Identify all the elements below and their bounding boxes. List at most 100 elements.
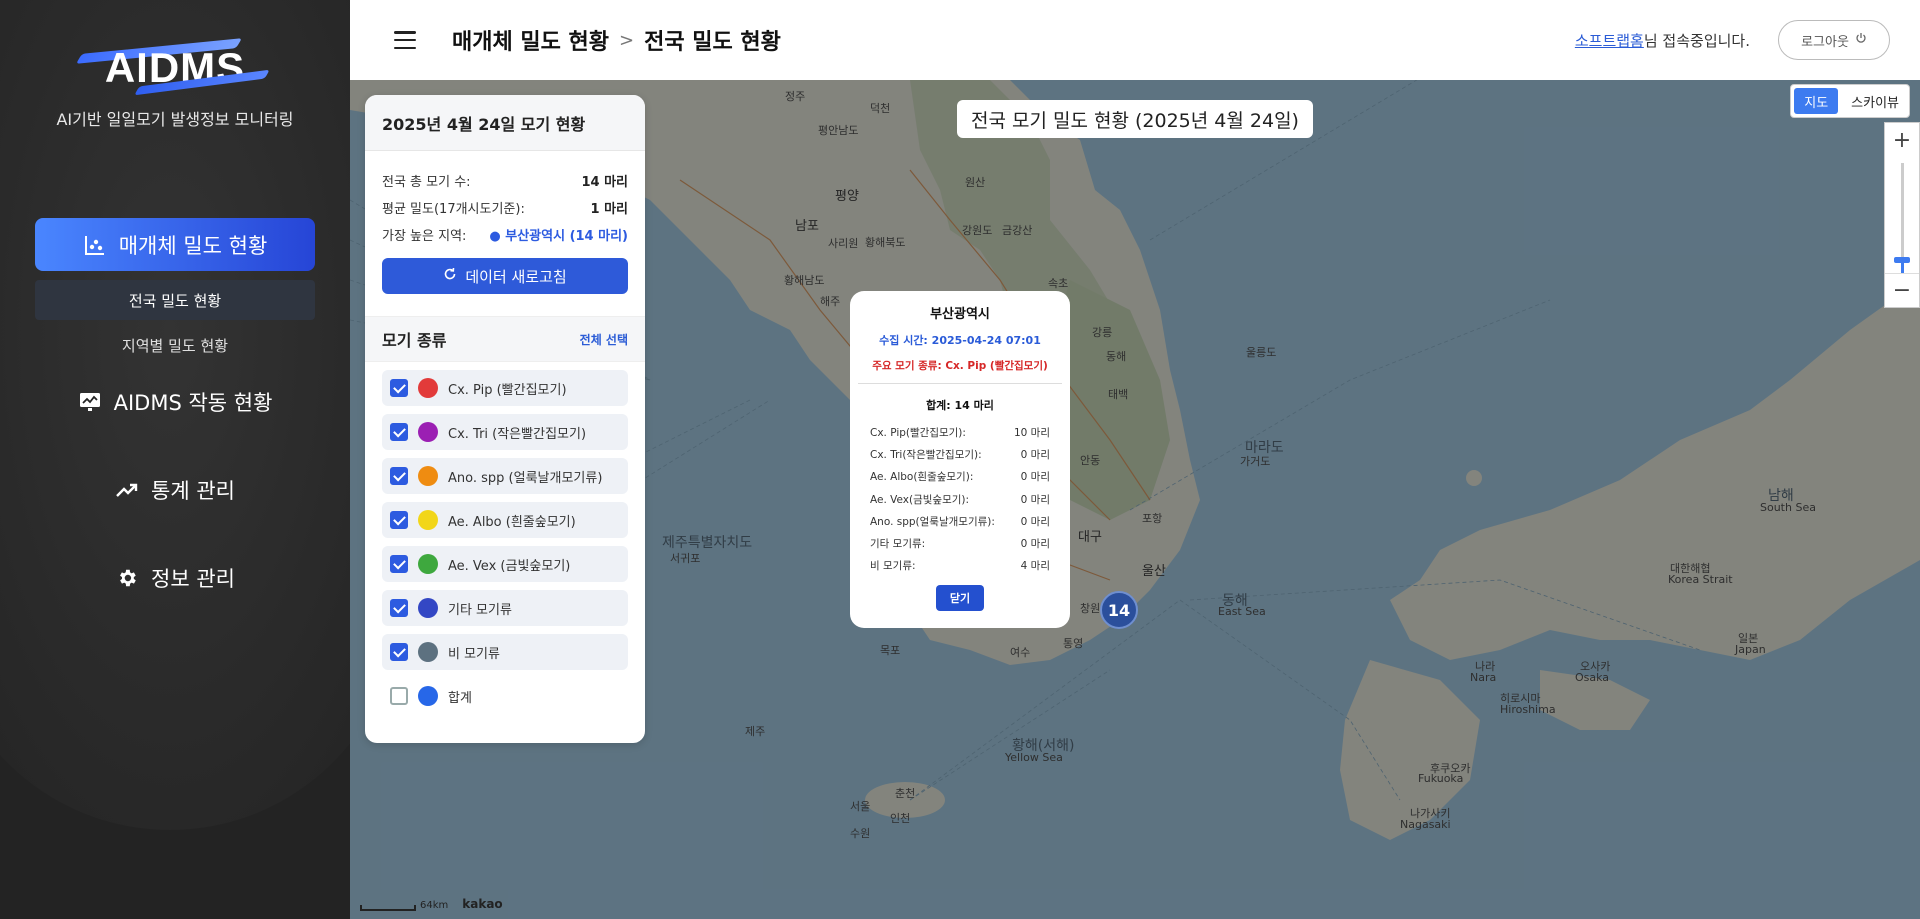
mosquito-type-checkbox[interactable] (390, 467, 408, 485)
color-dot-icon (418, 510, 438, 530)
map-label: 가거도 (1240, 455, 1271, 468)
breadcrumb-item[interactable]: 매개체 밀도 현황 (452, 24, 609, 56)
mosquito-type-checkbox[interactable] (390, 599, 408, 617)
popup-species-list: Cx. Pip(빨간집모기): 10 마리 Cx. Tri(작은빨간집모기): 0 마… (870, 421, 1050, 577)
refresh-icon (443, 267, 457, 285)
select-all-link[interactable]: 전체 선택 (580, 331, 628, 348)
mosquito-type-checkbox[interactable] (390, 423, 408, 441)
panel-title: 2025년 4월 24일 모기 현황 (365, 95, 645, 151)
mosquito-type-checkbox[interactable] (390, 555, 408, 573)
color-dot-icon (418, 422, 438, 442)
popup-species-label: 기타 모기류: (870, 538, 926, 551)
mosquito-type-label: 합계 (448, 690, 472, 706)
map-label: East Sea (1218, 605, 1266, 618)
mosquito-type-checkbox[interactable] (390, 379, 408, 397)
logo[interactable]: AIDMS AI기반 일일모기 발생정보 모니터링 (0, 38, 350, 130)
zoom-control: + − (1884, 122, 1920, 308)
nav-sub-national-density[interactable]: 전국 밀도 현황 (35, 280, 315, 320)
mosquito-type-row[interactable]: Ano. spp (얼룩날개모기류) (382, 458, 628, 494)
color-dot-icon (418, 686, 438, 706)
mosquito-type-row[interactable]: Ae. Vex (금빛숲모기) (382, 546, 628, 582)
mosquito-type-label: Ano. spp (얼룩날개모기류) (448, 470, 603, 486)
nav-info-management[interactable]: 정보 관리 (35, 555, 315, 601)
zoom-out-button[interactable]: − (1885, 273, 1919, 307)
popup-species-label: Cx. Tri(작은빨간집모기): (870, 448, 982, 461)
zoom-slider-handle[interactable] (1894, 257, 1910, 263)
sidebar: AIDMS AI기반 일일모기 발생정보 모니터링 매개체 밀도 현황 전국 밀… (0, 0, 350, 919)
popup-total: 합계: 14 마리 (926, 399, 994, 412)
stat-value[interactable]: ● 부산광역시 (14 마리) (489, 225, 628, 244)
stat-label: 가장 높은 지역: (382, 229, 467, 244)
map-label: 평안남도 (818, 124, 859, 137)
refresh-data-button[interactable]: 데이터 새로고침 (382, 258, 628, 294)
popup-species-value: 10 마리 (1013, 426, 1050, 439)
stat-value: 14 마리 (581, 175, 628, 190)
map-label: 인천 (890, 812, 911, 825)
logout-button[interactable]: 로그아웃 (1778, 20, 1890, 60)
zoom-slider-fill (1901, 263, 1904, 273)
map-label: 속초 (1048, 277, 1069, 290)
mosquito-type-row[interactable]: Cx. Pip (빨간집모기) (382, 370, 628, 406)
nav-aidms-status[interactable]: AIDMS 작동 현황 (35, 379, 315, 425)
map-label: 동해 (1106, 350, 1127, 363)
popup-species-value: 0 마리 (1020, 515, 1050, 528)
menu-toggle-icon[interactable] (394, 31, 416, 49)
mosquito-types-title: 모기 종류 (382, 331, 447, 350)
daily-status-panel: 2025년 4월 24일 모기 현황 전국 총 모기 수: 14 마리 평균 밀… (365, 95, 645, 743)
map-label: 대구 (1078, 530, 1102, 545)
zoom-slider-track[interactable] (1901, 163, 1904, 263)
map-label: 수원 (850, 827, 871, 840)
nav-vector-density[interactable]: 매개체 밀도 현황 (35, 218, 315, 271)
region-info-popup: 부산광역시 수집 시간: 2025-04-24 07:01 주요 모기 종류: … (850, 291, 1070, 628)
scale-label: 64km (420, 900, 449, 911)
popup-species-row: Ae. Albo(흰줄숲모기): 0 마리 (870, 466, 1050, 488)
kakao-logo[interactable]: kakao (462, 897, 502, 911)
mosquito-type-label: Ae. Vex (금빛숲모기) (448, 558, 571, 574)
cluster-marker-busan[interactable]: 14 (1100, 591, 1138, 629)
mosquito-type-row[interactable]: 비 모기류 (382, 634, 628, 670)
map-label: Fukuoka (1418, 772, 1464, 785)
logout-label: 로그아웃 (1801, 34, 1849, 50)
mosquito-type-label: Cx. Tri (작은빨간집모기) (448, 426, 587, 442)
popup-species-row: Ae. Vex(금빛숲모기): 0 마리 (870, 488, 1050, 510)
popup-main-species: 주요 모기 종류: Cx. Pip (빨간집모기) (872, 360, 1048, 372)
map-label: 울산 (1142, 564, 1166, 579)
popup-species-value: 0 마리 (1020, 538, 1050, 551)
mosquito-type-label: Cx. Pip (빨간집모기) (448, 382, 567, 398)
map-label: 서귀포 (670, 552, 701, 565)
welcome-suffix: 님 접속중입니다. (1643, 31, 1750, 50)
zoom-in-button[interactable]: + (1885, 123, 1919, 157)
breadcrumb-separator: > (619, 29, 635, 51)
mosquito-type-checkbox[interactable] (390, 687, 408, 705)
chart-scatter-icon (83, 233, 107, 257)
mosquito-type-row[interactable]: 합계 (382, 678, 628, 714)
popup-species-row: Cx. Tri(작은빨간집모기): 0 마리 (870, 443, 1050, 465)
map-label: 통영 (1063, 637, 1084, 650)
mosquito-type-row[interactable]: Ae. Albo (흰줄숲모기) (382, 502, 628, 538)
popup-close-button[interactable]: 닫기 (936, 585, 984, 612)
map-label: 안동 (1080, 454, 1101, 467)
mosquito-type-checkbox[interactable] (390, 643, 408, 661)
popup-divider (858, 383, 1062, 384)
stat-value: 1 마리 (590, 202, 629, 217)
nav-sub-regional-density[interactable]: 지역별 밀도 현황 (35, 325, 315, 365)
map-label: 창원 (1080, 602, 1101, 615)
map-label: South Sea (1760, 501, 1816, 514)
nav-statistics-label: 통계 관리 (151, 479, 235, 503)
logo-subtitle: AI기반 일일모기 발생정보 모니터링 (56, 110, 294, 129)
mosquito-type-checkbox[interactable] (390, 511, 408, 529)
popup-species-value: 0 마리 (1020, 493, 1050, 506)
map-label: 해주 (820, 295, 841, 308)
scale-bar (360, 905, 416, 911)
mosquito-type-row[interactable]: 기타 모기류 (382, 590, 628, 626)
power-icon (1855, 32, 1867, 48)
popup-species-label: Ae. Albo(흰줄숲모기): (870, 471, 974, 484)
mosquito-type-row[interactable]: Cx. Tri (작은빨간집모기) (382, 414, 628, 450)
map-type-skyview-button[interactable]: 스카이뷰 (1841, 85, 1909, 117)
popup-species-label: Ano. spp(얼룩날개모기류): (870, 515, 995, 528)
nav-statistics[interactable]: 통계 관리 (35, 467, 315, 513)
map-label: 여수 (1010, 646, 1031, 659)
map-type-roadmap-button[interactable]: 지도 (1794, 88, 1839, 114)
user-name-link[interactable]: 소프트랩홈 (1575, 32, 1644, 50)
popup-species-label: Cx. Pip(빨간집모기): (870, 426, 966, 439)
